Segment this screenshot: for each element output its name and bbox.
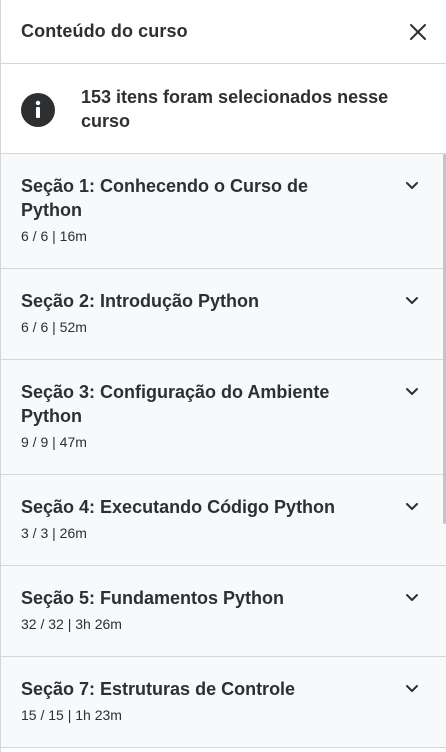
section-title: Seção 2: Introdução Python [21,291,260,311]
section-item-2[interactable]: Seção 2: Introdução Python 6 / 6 | 52m [1,269,446,360]
chevron-down-icon [406,388,418,395]
section-meta: 15 / 15 | 1h 23m [21,707,122,723]
section-meta: 9 / 9 | 47m [21,434,87,450]
section-list: Seção 1: Conhecendo o Curso de Python 6 … [1,154,446,748]
section-meta: 6 / 6 | 52m [21,319,87,335]
section-meta: 6 / 6 | 16m [21,228,87,244]
section-item-1[interactable]: Seção 1: Conhecendo o Curso de Python 6 … [1,154,446,269]
section-meta: 32 / 32 | 3h 26m [21,616,122,632]
scrollbar[interactable] [442,64,446,752]
close-button[interactable] [398,12,438,52]
section-title: Seção 7: Estruturas de Controle [21,679,296,699]
section-item-7[interactable]: Seção 7: Estruturas de Controle 15 / 15 … [1,657,446,748]
selection-notice: 153 itens foram selecionados nesse curso [1,64,446,154]
section-title: Seção 4: Executando Código Python [21,497,336,517]
close-icon [410,23,426,40]
section-item-3[interactable]: Seção 3: Configuração do Ambiente Python… [1,360,446,475]
chevron-down-icon [406,594,418,601]
chevron-down-icon [406,685,418,692]
section-title: Seção 5: Fundamentos Python [21,588,285,608]
chevron-down-icon [406,297,418,304]
panel-title: Conteúdo do curso [21,21,188,41]
notice-text: 153 itens foram selecionados nesse curso [81,86,389,131]
info-icon [21,92,55,127]
section-item-4[interactable]: Seção 4: Executando Código Python 3 / 3 … [1,475,446,566]
section-title: Seção 3: Configuração do Ambiente Python [21,382,330,426]
section-title: Seção 1: Conhecendo o Curso de Python [21,176,309,220]
section-meta: 3 / 3 | 26m [21,525,87,541]
section-item-5[interactable]: Seção 5: Fundamentos Python 32 / 32 | 3h… [1,566,446,657]
panel-header: Conteúdo do curso [1,0,446,64]
course-content-panel: Conteúdo do curso 153 itens foram seleci… [0,0,446,752]
chevron-down-icon [406,503,418,510]
chevron-down-icon [406,182,418,189]
